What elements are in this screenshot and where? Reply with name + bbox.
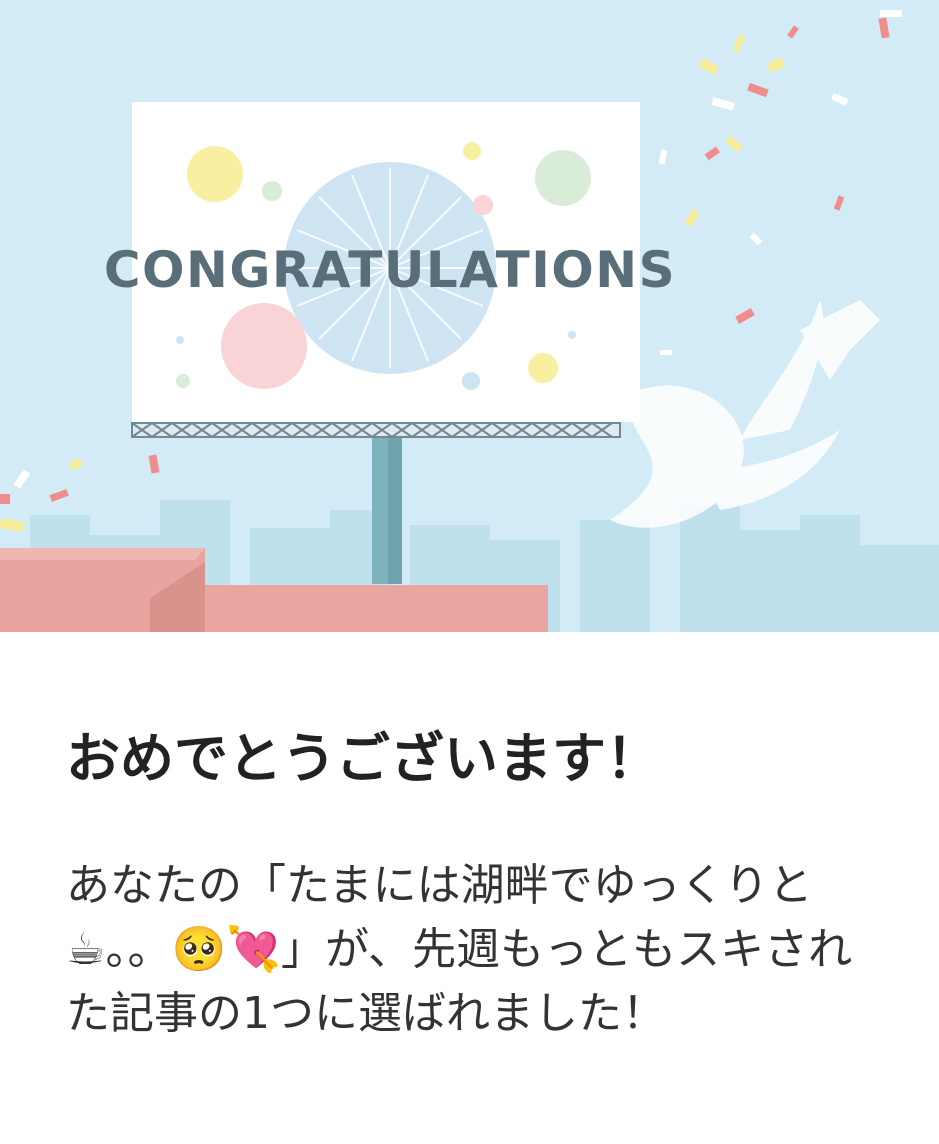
congratulations-message: あなたの「たまには湖畔でゆっくりと☕。。🥺💘」が、先週もっともスキされた記事の1… [66,860,853,1039]
billboard-truss [131,421,621,439]
congratulations-banner: CONGRATULATIONS [0,0,939,632]
congratulations-title: おめでとうございます！ [66,727,660,790]
content-area: おめでとうございます！ あなたの「たまには湖畔でゆっくりと☕。。🥺💘」が、先週も… [66,632,886,1144]
banner-illustration: CONGRATULATIONS [0,0,939,632]
billboard-text: CONGRATULATIONS [104,241,676,299]
